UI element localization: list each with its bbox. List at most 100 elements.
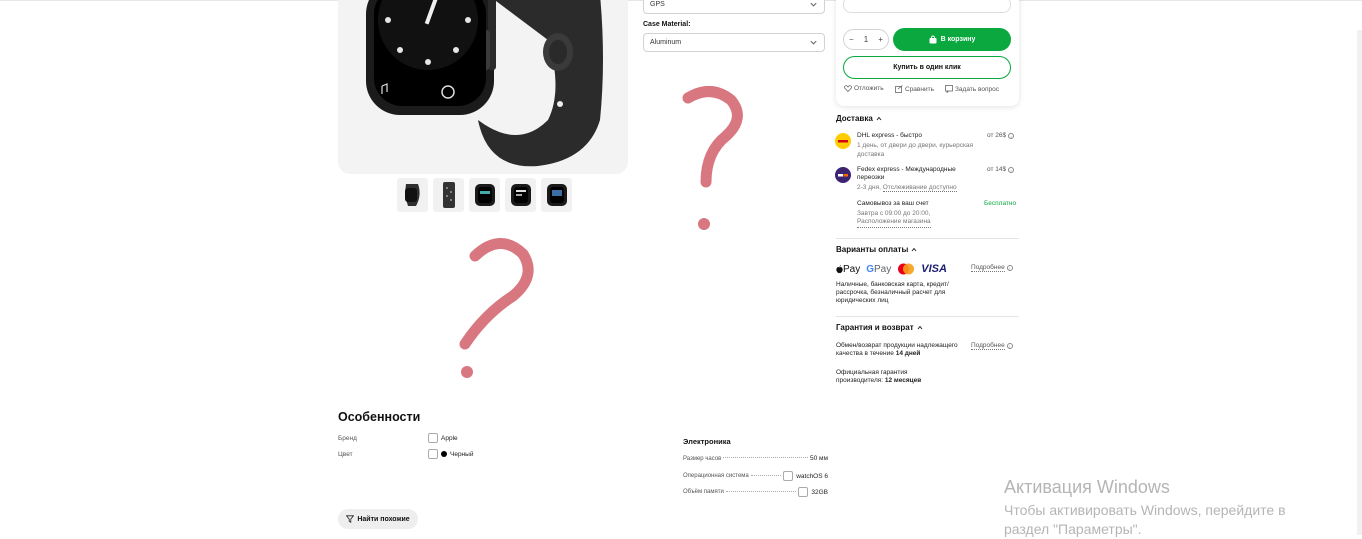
spec-leader-dots [750, 474, 782, 476]
buy-box-top-field[interactable] [843, 0, 1011, 13]
thumbnail-2[interactable] [433, 178, 464, 212]
info-icon[interactable]: i [1008, 132, 1015, 139]
official-warranty-period: 12 месяцев [884, 377, 922, 384]
thumbnail-3[interactable] [469, 178, 500, 212]
chevron-up-icon [917, 325, 923, 330]
case-material-select[interactable]: Aluminum [643, 33, 825, 52]
ask-question-action[interactable]: Задать вопрос [945, 85, 999, 93]
spec-value: 32GB [811, 488, 828, 496]
color-checkbox[interactable] [428, 449, 438, 459]
brand-value-text: Apple [441, 434, 458, 442]
payment-more-link[interactable]: Подробнее [971, 264, 1005, 272]
fedex-price: от 14$ i [987, 166, 1015, 173]
electronics-title: Электроника [683, 437, 731, 446]
delivery-section-title[interactable]: Доставка [836, 114, 882, 123]
one-click-buy-button[interactable]: Купить в один клик [843, 56, 1011, 79]
brand-key: Бренд [338, 435, 357, 442]
spec-checkbox[interactable] [783, 471, 794, 481]
thumbnail-strip [397, 178, 572, 212]
chevron-up-icon [876, 116, 882, 121]
spec-value: watchOS 6 [796, 472, 828, 480]
info-icon[interactable]: i [1006, 343, 1013, 349]
one-click-label: Купить в один клик [893, 64, 961, 71]
spec-leader-dots [723, 457, 809, 458]
google-pay-text: Pay [874, 263, 892, 275]
color-value: Черный [428, 449, 473, 459]
fedex-name: Fedex express - Международные переозки [857, 166, 956, 181]
pickup-name: Самовывоз за ваш счет [857, 200, 929, 207]
apple-pay-logo: Pay [836, 264, 860, 275]
exchange-text: Обмен/возврат продукции надлежащего каче… [836, 342, 958, 358]
qty-plus-button[interactable]: + [878, 35, 883, 44]
warranty-more[interactable]: Подробнее i [971, 342, 1013, 350]
dhl-price: от 26$ i [987, 132, 1015, 139]
spec-key: Объём памяти [683, 489, 724, 495]
apple-icon [836, 264, 843, 273]
dhl-name: DHL express - быстро [857, 132, 922, 139]
add-to-cart-button[interactable]: В корзину [893, 28, 1011, 51]
question-mark-annotation [682, 86, 743, 230]
thumbnail-1[interactable] [397, 178, 428, 212]
compare-action[interactable]: Сравнить [895, 85, 934, 93]
dhl-price-value: от 26$ [987, 132, 1007, 139]
pickup-price: Бесплатно [984, 200, 1017, 207]
spec-leader-dots [725, 490, 797, 492]
windows-activation-subtitle: Чтобы активировать Windows, перейдите в … [1004, 502, 1286, 537]
chat-icon [945, 85, 953, 93]
payment-logos: Pay G Pay VISA [836, 263, 947, 275]
dhl-description: 1 день, от двери до двери, курьерская до… [857, 142, 974, 158]
connectivity-select[interactable]: GPS [643, 0, 825, 14]
defer-label: Отложить [854, 85, 884, 92]
spec-checkbox[interactable] [798, 487, 809, 497]
thumbnail-4[interactable] [505, 178, 536, 212]
color-key: Цвет [338, 451, 353, 458]
fedex-days-text: 2-3 дня, [857, 184, 881, 191]
fedex-days: 2-3 дня, Отслеживание доступно [857, 184, 957, 193]
section-divider [836, 238, 1019, 239]
spec-key: Операционная система [683, 473, 749, 479]
color-value-text: Черный [450, 450, 474, 458]
dhl-logo-icon [835, 133, 851, 149]
quantity-stepper[interactable]: − 1 + [843, 29, 889, 50]
delivery-title: Доставка [836, 114, 873, 123]
fedex-logo-icon [835, 167, 851, 183]
qty-minus-button[interactable]: − [849, 35, 854, 44]
info-icon[interactable]: i [1008, 166, 1015, 173]
warranty-section-title[interactable]: Гарантия и возврат [836, 323, 923, 332]
color-swatch [441, 451, 447, 457]
spec-value: 50 мм [810, 455, 828, 462]
warranty-title: Гарантия и возврат [836, 323, 914, 332]
apple-pay-text: Pay [843, 263, 861, 275]
scrollbar-track[interactable] [1357, 30, 1362, 535]
filter-icon [346, 515, 355, 523]
payment-title: Варианты оплаты [836, 245, 909, 254]
google-pay-logo: G Pay [866, 264, 891, 275]
defer-action[interactable]: Отложить [844, 85, 884, 92]
compare-icon [895, 85, 903, 93]
store-location-link[interactable]: Расположение магазина [857, 218, 931, 228]
mastercard-icon [898, 263, 915, 275]
compare-label: Сравнить [905, 85, 934, 93]
find-similar-label: Найти похожие [357, 515, 410, 523]
payment-description: Наличные, банковская карта, кредит/ расс… [836, 281, 949, 304]
ask-question-label: Задать вопрос [955, 85, 999, 93]
add-to-cart-label: В корзину [940, 36, 976, 43]
fedex-tracking-link[interactable]: Отслеживание доступно [882, 184, 957, 192]
spec-row: Размер часов 50 мм [683, 455, 828, 462]
payment-more[interactable]: Подробнее i [971, 264, 1013, 272]
brand-checkbox[interactable] [428, 433, 438, 443]
payment-section-title[interactable]: Варианты оплаты [836, 245, 917, 254]
spec-row: Операционная система watchOS 6 [683, 471, 828, 481]
warranty-more-link[interactable]: Подробнее [971, 342, 1005, 350]
product-main-image[interactable] [338, 0, 628, 174]
qty-value[interactable]: 1 [864, 35, 868, 44]
info-icon[interactable]: i [1006, 265, 1013, 271]
spec-row: Объём памяти 32GB [683, 487, 828, 497]
connectivity-value: GPS [650, 1, 665, 8]
official-warranty-text: Официальная гарантия производителя: 12 м… [836, 369, 946, 385]
thumbnail-5[interactable] [541, 178, 572, 212]
question-mark-annotation [459, 238, 534, 378]
watch-image [366, 0, 603, 167]
windows-activation-title: Активация Windows [1004, 477, 1170, 497]
find-similar-button[interactable]: Найти похожие [338, 509, 418, 529]
